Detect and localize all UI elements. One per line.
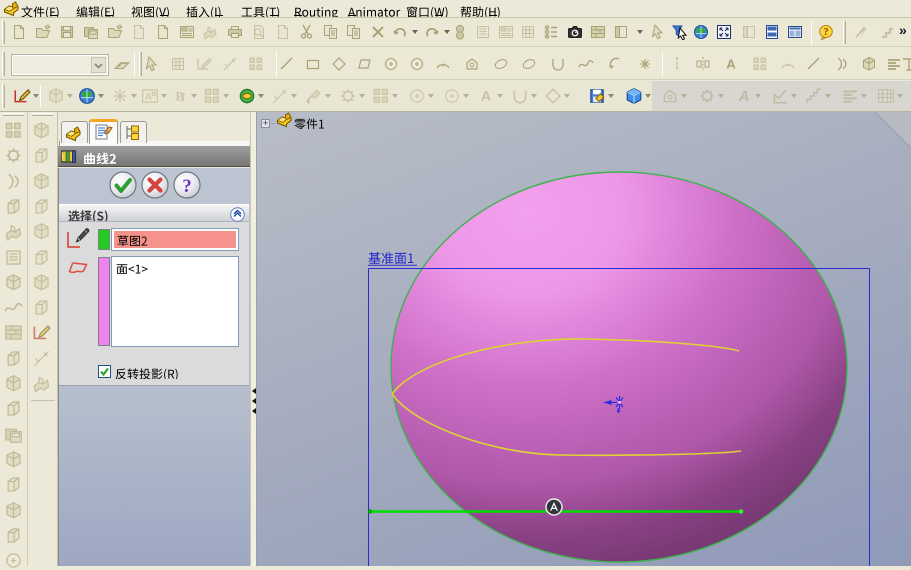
svg-text:?: ? <box>182 176 192 197</box>
